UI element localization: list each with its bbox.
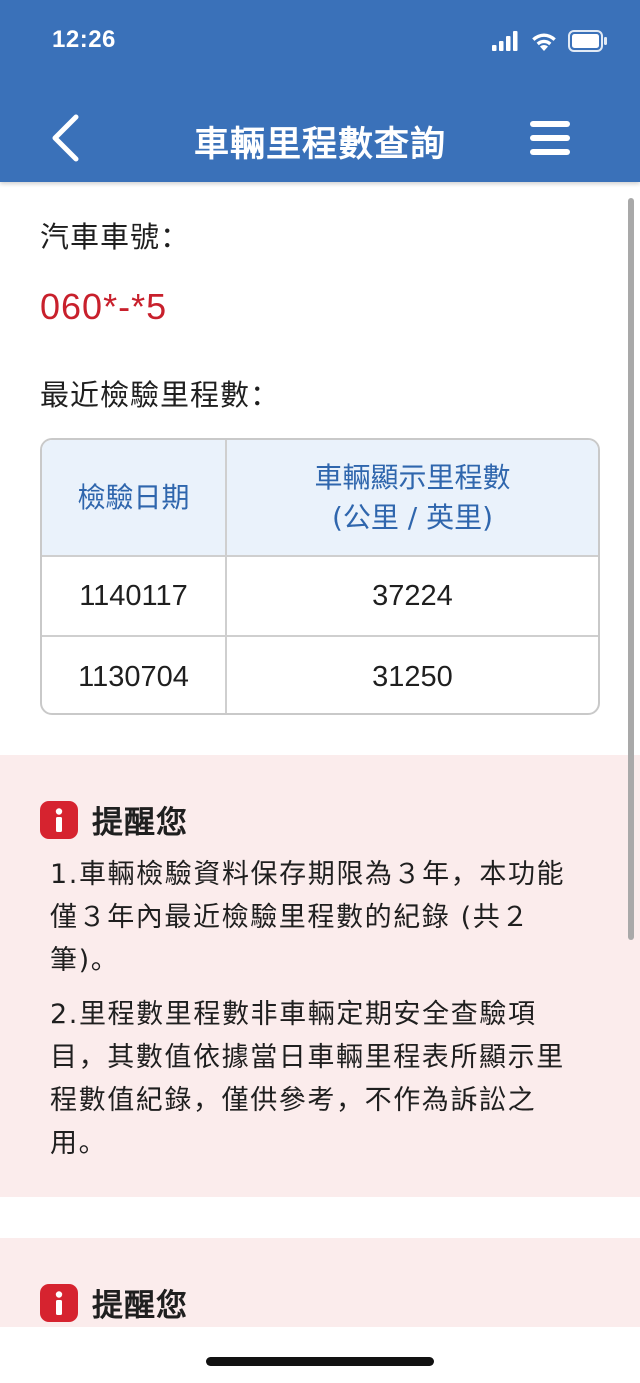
- table-row: 1140117 37224: [42, 557, 598, 637]
- back-button[interactable]: [44, 112, 88, 164]
- reminder-header: 提醒您: [40, 1280, 188, 1325]
- menu-button[interactable]: [526, 118, 574, 158]
- chevron-left-icon: [52, 114, 79, 162]
- wifi-icon: [532, 33, 556, 51]
- table-header-row: 檢驗日期 車輛顯示里程數 (公里 / 英里): [42, 440, 598, 557]
- status-time: 12:26: [52, 26, 116, 53]
- reminder-header: 提醒您: [40, 797, 188, 842]
- reminder-panel: 提醒您: [0, 1238, 640, 1327]
- mileage-table: 檢驗日期 車輛顯示里程數 (公里 / 英里) 1140117 37224 113…: [40, 438, 600, 715]
- bottom-safe-area: [0, 1327, 640, 1383]
- signal-icon: [492, 31, 518, 51]
- column-header-reading-line1: 車輛顯示里程數: [314, 460, 511, 494]
- scrollbar-thumb[interactable]: [628, 198, 634, 940]
- reminder-item: 1.車輛檢驗資料保存期限為３年，本功能僅３年內最近檢驗里程數的紀錄 (共２筆)。: [50, 859, 566, 976]
- reminder-item: 2.里程數里程數非車輛定期安全查驗項目，其數值依據當日車輛里程表所顯示里程數值紀…: [50, 999, 565, 1159]
- status-icons: [492, 29, 608, 53]
- reminder-panel: 提醒您 1.車輛檢驗資料保存期限為３年，本功能僅３年內最近檢驗里程數的紀錄 (共…: [0, 755, 640, 1197]
- info-icon: [40, 800, 78, 839]
- reminder-title: 提醒您: [92, 1288, 188, 1324]
- app-header: 12:26 車輛里程數查詢: [0, 0, 640, 182]
- battery-icon: [568, 30, 607, 52]
- mileage-section-label: 最近檢驗里程數：: [40, 378, 281, 412]
- inspection-date-cell: 1130704: [42, 637, 227, 713]
- column-header-date: 檢驗日期: [42, 440, 227, 555]
- mileage-reading-cell: 37224: [372, 579, 453, 612]
- page-title: 車輛里程數查詢: [193, 125, 446, 165]
- plate-number: 060*-*5: [40, 286, 168, 327]
- plate-label: 汽車車號：: [40, 220, 191, 254]
- mileage-reading-cell: 31250: [372, 660, 453, 693]
- hamburger-menu-icon: [530, 121, 570, 155]
- info-icon: [40, 1283, 78, 1322]
- column-header-reading: 車輛顯示里程數 (公里 / 英里): [227, 440, 598, 555]
- inspection-date-cell: 1140117: [42, 557, 227, 635]
- home-indicator[interactable]: [206, 1357, 434, 1366]
- column-header-reading-line2: (公里 / 英里): [331, 500, 494, 534]
- reminder-title: 提醒您: [92, 805, 188, 841]
- table-row: 1130704 31250: [42, 637, 598, 713]
